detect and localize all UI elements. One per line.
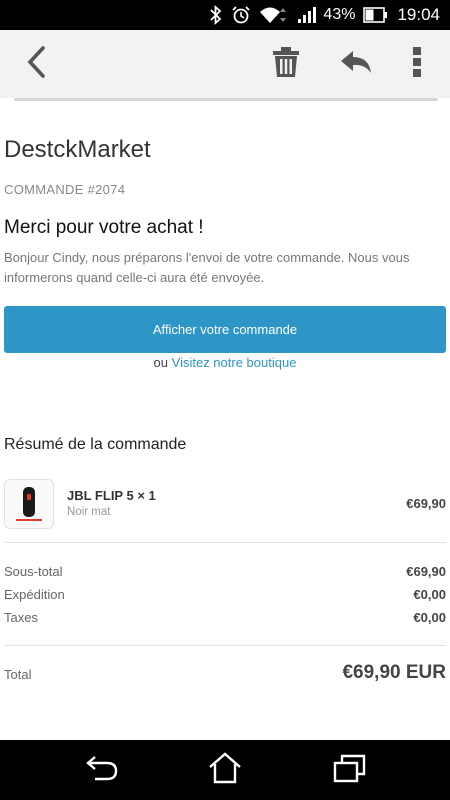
thanks-title: Merci pour votre achat ! [4, 217, 204, 238]
status-bar: 43% 19:04 [0, 0, 450, 30]
trash-icon [272, 46, 300, 83]
product-price: €69,90 [406, 496, 446, 511]
nav-back-button[interactable] [82, 750, 122, 790]
taxes-value: €0,00 [413, 610, 446, 625]
product-image [4, 479, 54, 529]
divider [4, 645, 446, 646]
bluetooth-icon [209, 5, 223, 25]
reply-button[interactable] [332, 30, 380, 98]
toolbar [0, 30, 450, 98]
product-variant: Noir mat [67, 506, 111, 518]
signal-icon [297, 5, 317, 25]
taxes-label: Taxes [4, 610, 38, 625]
delete-button[interactable] [262, 30, 310, 98]
total-label: Total [4, 667, 32, 682]
view-order-button[interactable]: Afficher votre commande [4, 306, 446, 353]
more-options-button[interactable] [400, 30, 434, 98]
alarm-icon [231, 5, 251, 25]
nav-home-button[interactable] [205, 750, 245, 790]
total-value: €69,90 EUR [342, 662, 446, 683]
speaker-icon [16, 487, 42, 521]
more-vert-icon [412, 46, 422, 83]
clock: 19:04 [397, 5, 440, 24]
shipping-label: Expédition [4, 587, 65, 602]
intro-text: Bonjour Cindy, nous préparons l'envoi de… [4, 250, 410, 285]
order-summary-title: Résumé de la commande [4, 436, 187, 453]
back-button[interactable] [14, 30, 58, 98]
shipping-value: €0,00 [413, 587, 446, 602]
subtotal-label: Sous-total [4, 564, 63, 579]
nav-back-icon [85, 753, 119, 788]
nav-recent-apps-button[interactable] [330, 750, 370, 790]
visit-store-link[interactable]: Visitez notre boutique [172, 355, 297, 370]
nav-recent-apps-icon [333, 753, 367, 788]
shop-name: DestckMarket [4, 136, 151, 163]
wifi-icon [259, 5, 289, 25]
toolbar-divider [14, 98, 438, 101]
back-arrow-icon [25, 45, 47, 84]
battery-icon [363, 6, 389, 24]
visit-store-line: ou Visitez notre boutique [0, 355, 450, 370]
reply-icon [339, 49, 373, 80]
subtotal-value: €69,90 [406, 564, 446, 579]
or-text: ou [153, 355, 169, 370]
product-name: JBL FLIP 5 × 1 [67, 488, 156, 503]
navigation-bar [0, 740, 450, 800]
divider [4, 542, 446, 543]
order-number: COMMANDE #2074 [4, 182, 126, 197]
nav-home-icon [208, 751, 242, 789]
battery-percent: 43% [323, 6, 356, 23]
